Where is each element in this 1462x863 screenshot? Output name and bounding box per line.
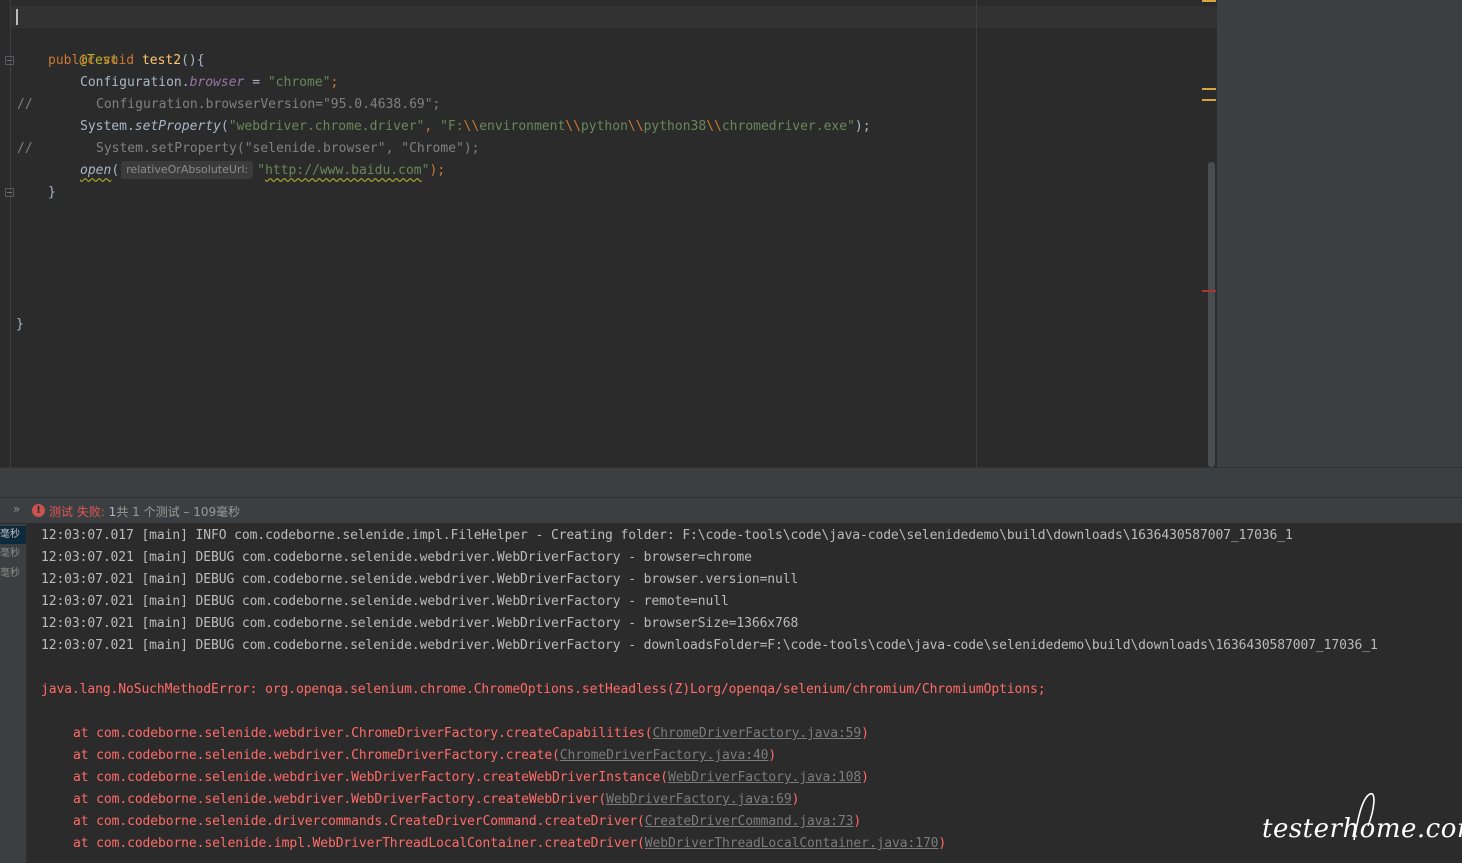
log-line: 12:03:07.021 [main] DEBUG com.codeborne.… bbox=[41, 550, 752, 565]
stack-frame-link[interactable]: WebDriverFactory.java:108 bbox=[668, 770, 861, 785]
right-margin-guide bbox=[976, 0, 977, 467]
code-line-setproperty[interactable]: System.setProperty("webdriver.chrome.dri… bbox=[80, 116, 871, 138]
right-side-panel bbox=[1217, 0, 1462, 497]
code-line-close-method[interactable]: } bbox=[48, 182, 56, 204]
warning-stripe[interactable] bbox=[1202, 88, 1216, 90]
console-output[interactable]: 12:03:07.017 [main] INFO com.codeborne.s… bbox=[27, 524, 1462, 863]
warning-stripe[interactable] bbox=[1202, 0, 1216, 2]
stack-frame-link[interactable]: CreateDriverCommand.java:73 bbox=[645, 814, 854, 829]
parameter-hint: relativeOrAbsoluteUrl: bbox=[121, 161, 254, 179]
stack-frame-link[interactable]: ChromeDriverFactory.java:40 bbox=[560, 748, 769, 763]
stack-frame-link[interactable]: ChromeDriverFactory.java:59 bbox=[653, 726, 862, 741]
code-line-browser[interactable]: Configuration.browser = "chrome"; bbox=[80, 72, 338, 94]
panel-splitter[interactable] bbox=[0, 467, 1462, 497]
error-message: java.lang.NoSuchMethodError: org.openqa.… bbox=[41, 682, 1046, 697]
code-line-annotation[interactable]: @Test bbox=[48, 28, 118, 68]
comment-marker: // bbox=[17, 141, 33, 156]
log-line: 12:03:07.021 [main] DEBUG com.codeborne.… bbox=[41, 594, 729, 609]
stack-frame: at com.codeborne.selenide.impl.WebDriver… bbox=[73, 836, 947, 851]
url-literal[interactable]: http://www.baidu.com bbox=[265, 163, 422, 178]
log-line: 12:03:07.021 [main] DEBUG com.codeborne.… bbox=[41, 572, 799, 587]
run-status-bar: » ! 测试 失败: 1共 1 个测试 – 109毫秒 bbox=[0, 497, 1462, 524]
watermark-text: testerhome.com bbox=[1262, 814, 1462, 844]
editor-scrollbar-thumb[interactable] bbox=[1208, 162, 1215, 467]
stack-frame: at com.codeborne.selenide.webdriver.Chro… bbox=[73, 748, 777, 763]
comment-marker: // bbox=[17, 97, 33, 112]
gutter-divider bbox=[10, 0, 11, 467]
current-line-highlight bbox=[11, 6, 1217, 28]
test-tree[interactable]: 毫秒 毫秒 毫秒 bbox=[0, 524, 27, 863]
test-tree-item[interactable]: 毫秒 bbox=[0, 565, 26, 583]
test-tree-item[interactable]: 毫秒 bbox=[0, 545, 26, 563]
code-line-open[interactable]: open(relativeOrAbsoluteUrl: "http://www.b… bbox=[80, 160, 445, 182]
error-stripe[interactable] bbox=[1202, 290, 1216, 292]
code-line-close-class[interactable]: } bbox=[16, 314, 24, 336]
stack-frame: at com.codeborne.selenide.webdriver.Chro… bbox=[73, 726, 869, 741]
log-line: 12:03:07.017 [main] INFO com.codeborne.s… bbox=[41, 528, 1293, 543]
error-icon: ! bbox=[32, 504, 45, 517]
test-tree-item[interactable]: 毫秒 bbox=[0, 526, 26, 544]
fold-method-icon[interactable] bbox=[5, 56, 14, 65]
fold-method-end-icon[interactable] bbox=[5, 188, 14, 197]
test-status-text: 测试 失败: 1共 1 个测试 – 109毫秒 bbox=[49, 505, 241, 519]
watermark: testerhome.com bbox=[1262, 788, 1462, 848]
stack-frame: at com.codeborne.selenide.webdriver.WebD… bbox=[73, 792, 800, 807]
text-caret bbox=[16, 9, 18, 25]
code-line-version-comment[interactable]: Configuration.browserVersion="95.0.4638.… bbox=[96, 94, 440, 116]
stack-frame: at com.codeborne.selenide.webdriver.WebD… bbox=[73, 770, 869, 785]
log-line: 12:03:07.021 [main] DEBUG com.codeborne.… bbox=[41, 638, 1378, 653]
code-line-method-decl[interactable]: public void test2(){ bbox=[48, 50, 205, 72]
stack-frame-link[interactable]: WebDriverFactory.java:69 bbox=[606, 792, 792, 807]
warning-stripe[interactable] bbox=[1202, 99, 1216, 101]
code-editor[interactable]: @Test public void test2(){ Configuration… bbox=[0, 0, 1217, 467]
code-line-setproperty-comment[interactable]: System.setProperty("selenide.browser", "… bbox=[96, 138, 480, 160]
expand-chevron-icon[interactable]: » bbox=[13, 502, 20, 516]
stack-frame: at com.codeborne.selenide.drivercommands… bbox=[73, 814, 862, 829]
log-line: 12:03:07.021 [main] DEBUG com.codeborne.… bbox=[41, 616, 799, 631]
stack-frame-link[interactable]: WebDriverThreadLocalContainer.java:170 bbox=[645, 836, 939, 851]
